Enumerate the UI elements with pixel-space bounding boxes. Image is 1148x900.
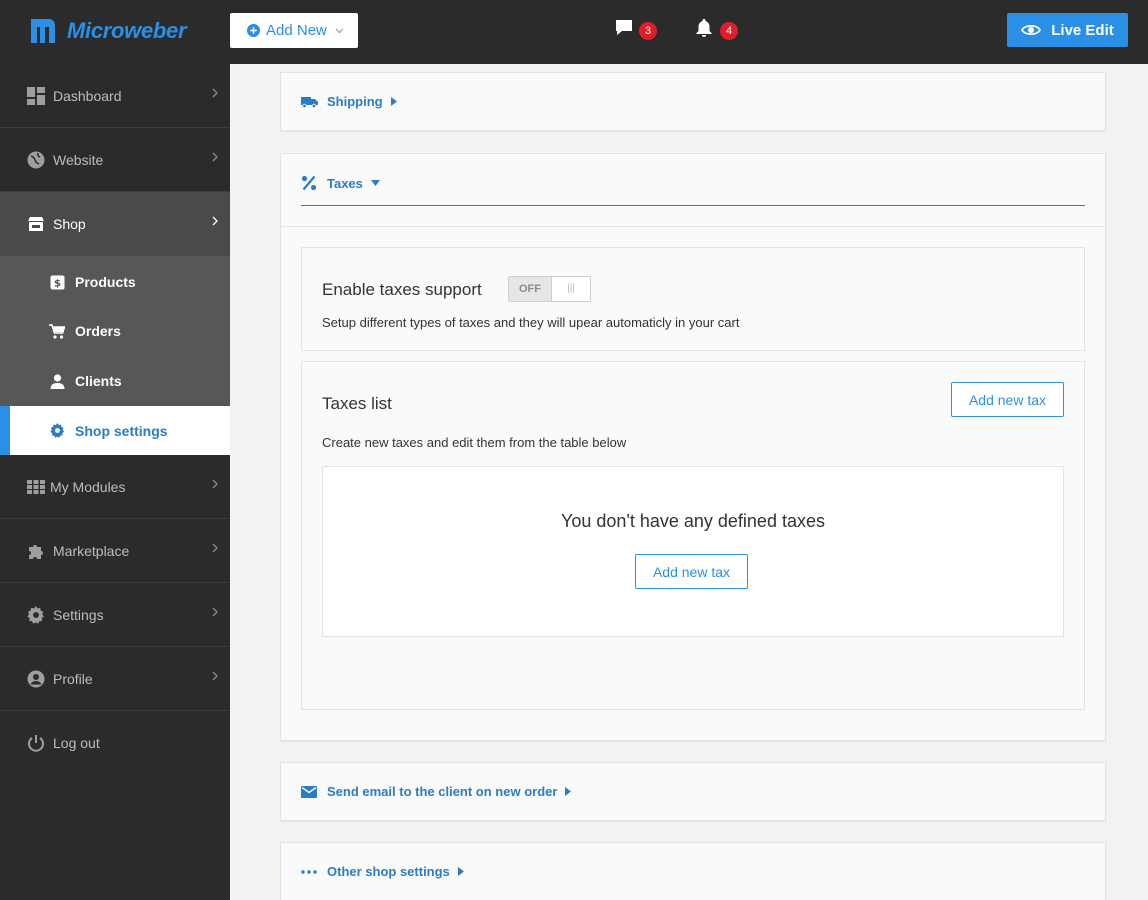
sidebar-subitem-products[interactable]: $ Products	[0, 256, 230, 306]
add-new-label: Add New	[266, 22, 327, 39]
add-new-tax-button[interactable]: Add new tax	[951, 382, 1064, 417]
enable-taxes-title: Enable taxes support	[322, 280, 482, 299]
grid-icon	[27, 478, 45, 496]
sidebar-item-label: Website	[53, 151, 104, 168]
sidebar-subitem-label: Products	[75, 274, 136, 290]
other-settings-section: Other shop settings	[280, 842, 1106, 900]
other-settings-header[interactable]: Other shop settings	[301, 864, 464, 879]
microweber-logo-icon	[31, 19, 55, 43]
chevron-right-icon	[212, 216, 218, 226]
sidebar-subitem-orders[interactable]: Orders	[0, 306, 230, 356]
envelope-icon	[301, 785, 319, 798]
chevron-down-icon	[335, 28, 344, 33]
chevron-right-icon	[212, 543, 218, 553]
taxes-list-panel: Taxes list Add new tax Create new taxes …	[301, 361, 1085, 710]
email-header[interactable]: Send email to the client on new order	[301, 784, 572, 799]
email-section: Send email to the client on new order	[280, 762, 1106, 821]
taxes-list-title: Taxes list	[322, 394, 392, 413]
cart-icon	[49, 323, 65, 339]
logout-button[interactable]: Log out	[0, 711, 230, 775]
messages-badge: 3	[639, 22, 657, 40]
caret-down-icon	[370, 180, 380, 186]
sidebar-item-website[interactable]: Website	[0, 128, 230, 192]
live-edit-button[interactable]: Live Edit	[1007, 13, 1128, 47]
add-new-button[interactable]: Add New	[230, 13, 358, 48]
enable-taxes-panel: Enable taxes support OFF ||| Setup diffe…	[301, 247, 1085, 351]
shop-submenu: $ Products Orders Clients Shop settings	[0, 256, 230, 455]
caret-right-icon	[390, 97, 397, 106]
chevron-right-icon	[212, 479, 218, 489]
sidebar-item-label: My Modules	[50, 478, 126, 495]
sidebar-item-shop[interactable]: Shop	[0, 192, 230, 256]
sidebar-subitem-label: Clients	[75, 373, 122, 389]
toggle-off-label: OFF	[509, 277, 551, 301]
chevron-right-icon	[212, 671, 218, 681]
notifications-button[interactable]: 4	[695, 18, 738, 43]
logo[interactable]: Microweber	[27, 14, 187, 48]
svg-text:$: $	[54, 278, 61, 289]
empty-taxes-message: You don't have any defined taxes	[561, 511, 825, 531]
gear-icon	[49, 423, 65, 439]
power-icon	[27, 734, 45, 752]
sidebar-subitem-clients[interactable]: Clients	[0, 356, 230, 406]
puzzle-icon	[27, 542, 45, 560]
chevron-right-icon	[212, 88, 218, 98]
truck-icon	[301, 96, 319, 108]
chevron-right-icon	[212, 152, 218, 162]
sidebar-item-marketplace[interactable]: Marketplace	[0, 519, 230, 583]
sidebar-subitem-label: Orders	[75, 323, 121, 339]
live-edit-label: Live Edit	[1051, 21, 1114, 39]
plus-circle-icon	[247, 24, 260, 37]
brand-name: Microweber	[67, 18, 187, 43]
sidebar-subitem-shop-settings[interactable]: Shop settings	[0, 406, 230, 455]
sidebar-subitem-label: Shop settings	[75, 422, 168, 439]
caret-right-icon	[457, 867, 464, 876]
bell-icon	[696, 19, 712, 37]
email-section-label: Send email to the client on new order	[327, 784, 558, 799]
product-tag-icon: $	[49, 274, 65, 290]
enable-taxes-description: Setup different types of taxes and they …	[322, 315, 740, 330]
sidebar-item-label: Marketplace	[53, 542, 130, 559]
shipping-header[interactable]: Shipping	[301, 94, 397, 109]
taxes-header-underline	[301, 205, 1085, 206]
globe-icon	[27, 151, 45, 169]
taxes-label: Taxes	[327, 175, 363, 191]
toggle-knob: |||	[551, 277, 590, 301]
taxes-header[interactable]: Taxes	[301, 175, 380, 191]
shipping-label: Shipping	[327, 94, 383, 109]
account-circle-icon	[27, 670, 45, 688]
shipping-section: Shipping	[280, 72, 1106, 131]
other-settings-label: Other shop settings	[327, 864, 450, 879]
taxes-section: Taxes Enable taxes support OFF ||| Setup…	[280, 153, 1106, 741]
sidebar-item-label: Dashboard	[53, 87, 122, 104]
taxes-empty-state: You don't have any defined taxes Add new…	[322, 466, 1064, 637]
percent-icon	[301, 175, 319, 191]
chat-bubble-icon	[616, 20, 632, 35]
user-icon	[49, 373, 65, 389]
dashboard-icon	[27, 86, 45, 105]
more-horizontal-icon	[301, 869, 319, 874]
sidebar-item-label: Shop	[53, 216, 86, 232]
sidebar-item-label: Profile	[53, 670, 93, 687]
messages-button[interactable]: 3	[614, 18, 657, 43]
sidebar-item-settings[interactable]: Settings	[0, 583, 230, 647]
logout-label: Log out	[53, 735, 100, 751]
store-icon	[27, 215, 45, 233]
sidebar-item-dashboard[interactable]: Dashboard	[0, 64, 230, 128]
taxes-toggle[interactable]: OFF |||	[508, 276, 591, 302]
divider	[281, 226, 1105, 227]
caret-right-icon	[565, 787, 572, 796]
sidebar-item-my-modules[interactable]: My Modules	[0, 455, 230, 519]
sidebar-item-profile[interactable]: Profile	[0, 647, 230, 711]
taxes-list-description: Create new taxes and edit them from the …	[322, 435, 627, 450]
empty-add-new-tax-button[interactable]: Add new tax	[635, 554, 748, 589]
gear-icon	[27, 605, 45, 624]
eye-icon	[1021, 24, 1042, 36]
sidebar: Dashboard Website Shop $ Products Orders	[0, 64, 230, 900]
top-bar: Microweber Add New 3 4 Live Edit	[0, 0, 1148, 64]
notifications-badge: 4	[720, 22, 738, 40]
chevron-right-icon	[212, 607, 218, 617]
sidebar-item-label: Settings	[53, 606, 104, 623]
